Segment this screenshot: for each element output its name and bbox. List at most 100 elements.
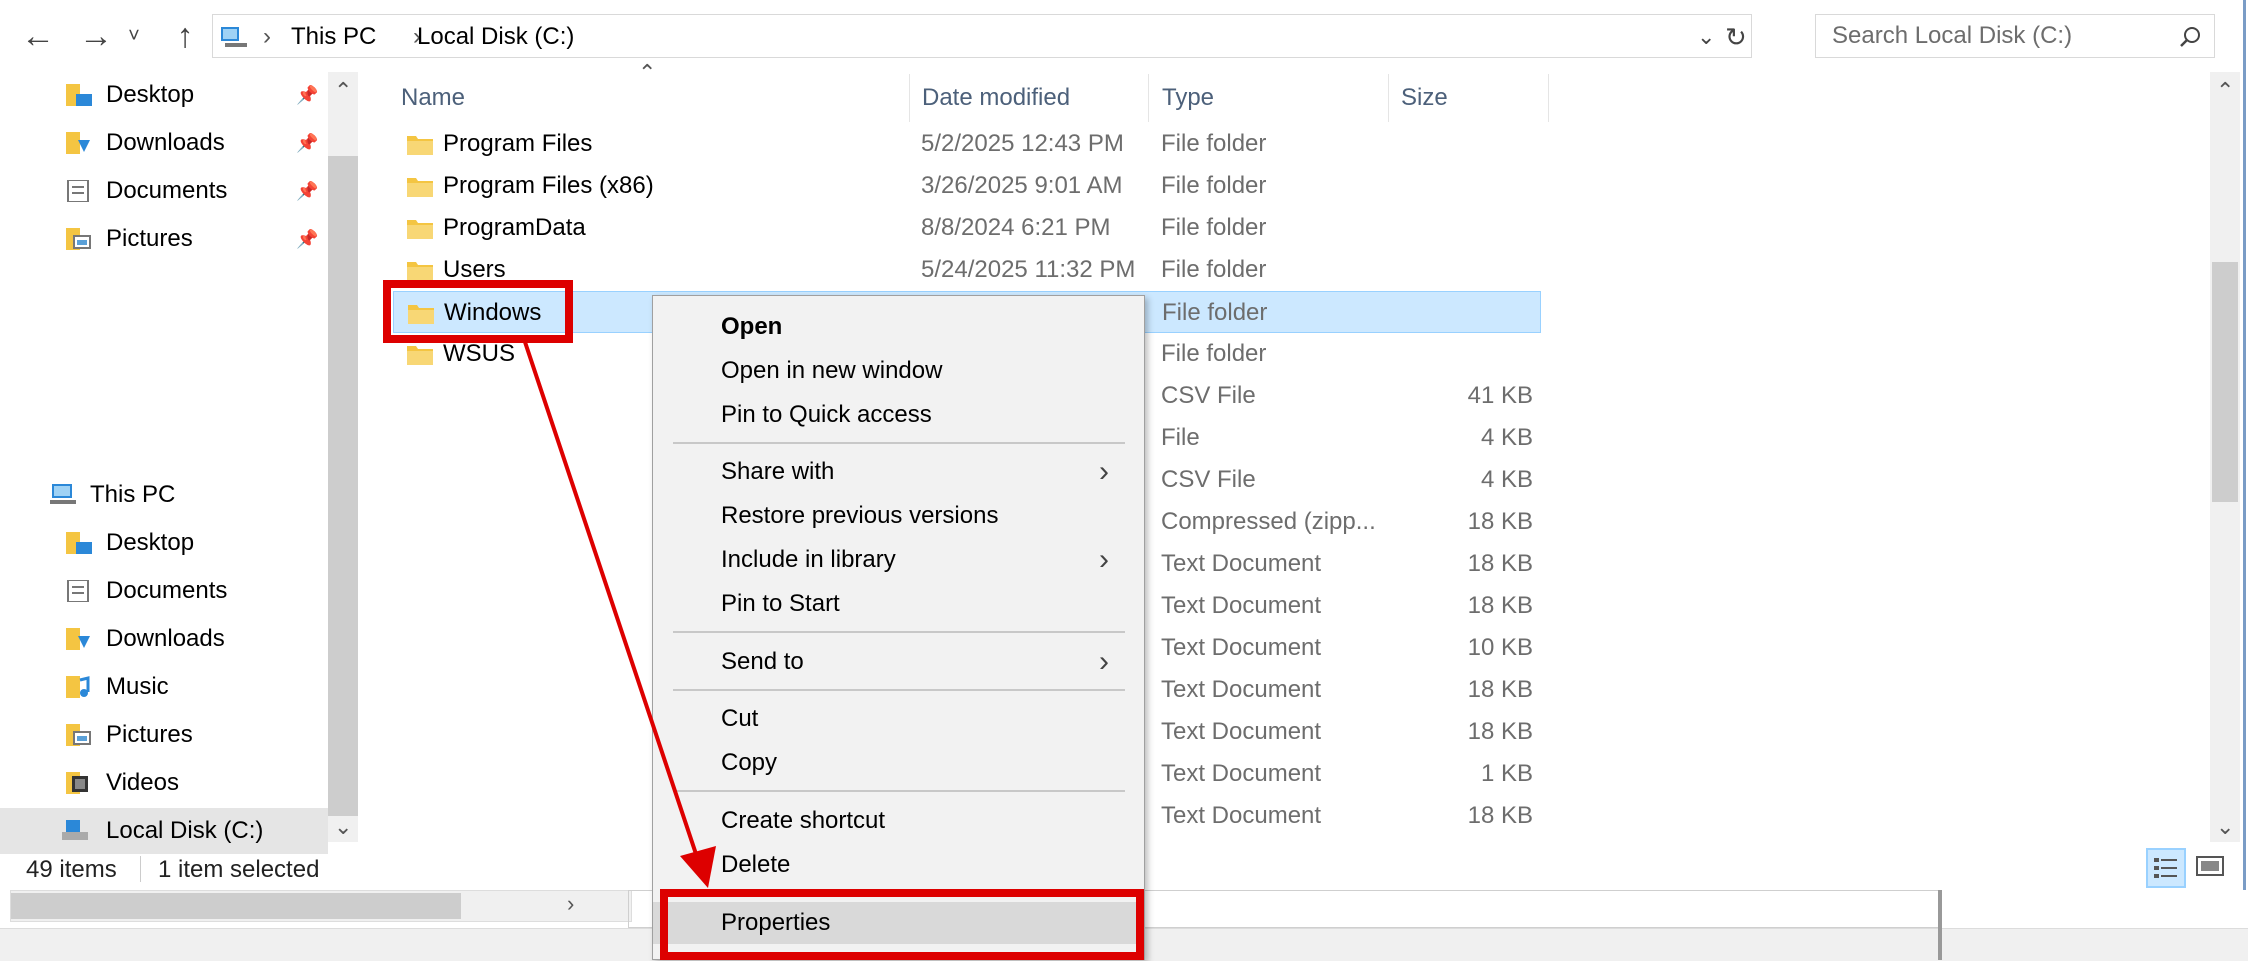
column-header-date[interactable]: Date modified	[922, 78, 1070, 118]
pin-icon[interactable]: 📌	[296, 134, 318, 152]
this-pc-icon	[221, 27, 247, 47]
submenu-arrow-icon: ›	[1099, 645, 1109, 678]
forward-button[interactable]: →	[74, 14, 118, 58]
scroll-up-arrow-icon[interactable]: ⌃	[334, 78, 352, 104]
menu-item-restore-versions[interactable]: Restore previous versions	[653, 495, 1144, 537]
column-divider[interactable]	[1548, 74, 1549, 122]
recent-locations-chevron-icon[interactable]: ˅	[122, 14, 146, 58]
cell-size: 18 KB	[1467, 550, 1533, 577]
menu-item-send-to[interactable]: Send to ›	[653, 641, 1144, 683]
menu-item-delete[interactable]: Delete	[653, 844, 1144, 886]
column-divider[interactable]	[1388, 74, 1389, 122]
cell-name: Program Files (x86)	[443, 172, 654, 199]
pin-icon[interactable]: 📌	[296, 182, 318, 200]
nav-item-pictures[interactable]: Pictures 📌	[66, 216, 326, 262]
address-dropdown-icon[interactable]: ⌄	[1697, 15, 1715, 59]
scroll-up-arrow-icon[interactable]: ⌃	[2216, 78, 2234, 104]
column-header-name[interactable]: Name	[401, 78, 465, 118]
table-row[interactable]: Program Files (x86) 3/26/2025 9:01 AM File…	[393, 165, 1541, 207]
submenu-arrow-icon: ›	[1099, 455, 1109, 488]
nav-pane-scrollbar[interactable]: ⌃ ⌄	[328, 72, 358, 842]
menu-item-label: Share with	[721, 458, 835, 485]
address-bar[interactable]: › This PC › Local Disk (C:) ⌄ ↻	[212, 14, 1752, 58]
file-list-scroll-thumb[interactable]	[2212, 262, 2238, 502]
menu-item-cut[interactable]: Cut	[653, 698, 1144, 740]
details-view-button[interactable]	[2146, 848, 2186, 888]
folder-icon	[407, 262, 433, 281]
menu-item-copy[interactable]: Copy	[653, 742, 1144, 784]
cell-size	[1343, 249, 1533, 291]
menu-separator	[673, 631, 1125, 633]
cell-date: 5/2/2025 12:43 PM	[921, 130, 1124, 157]
cell-name: Program Files	[443, 130, 593, 157]
nav-item-label: Documents	[106, 177, 228, 204]
cell-size	[1343, 207, 1533, 249]
status-divider	[140, 856, 141, 882]
cell-date: 3/26/2025 9:01 AM	[921, 172, 1123, 199]
this-pc-icon	[50, 484, 76, 504]
table-row[interactable]: Program Files 5/2/2025 12:43 PM File folde…	[393, 123, 1541, 165]
breadcrumb-this-pc[interactable]: This PC	[291, 15, 376, 59]
file-list-scrollbar[interactable]: ⌃ ⌄	[2210, 72, 2240, 842]
search-input[interactable]	[1830, 15, 2154, 57]
menu-item-include-library[interactable]: Include in library ›	[653, 539, 1144, 581]
scroll-right-arrow-icon[interactable]: ›	[567, 891, 574, 917]
table-row[interactable]: ProgramData 8/8/2024 6:21 PM File folder	[393, 207, 1541, 249]
menu-item-pin-quick-access[interactable]: Pin to Quick access	[653, 394, 1144, 436]
videos-folder-icon	[66, 772, 88, 794]
menu-item-label: Create shortcut	[721, 807, 886, 834]
folder-icon	[407, 220, 433, 239]
search-box[interactable]	[1815, 14, 2215, 58]
nav-item-desktop[interactable]: Desktop 📌	[66, 72, 326, 118]
pictures-folder-icon	[66, 724, 91, 746]
refresh-icon[interactable]: ↻	[1725, 15, 1747, 59]
column-divider[interactable]	[1148, 74, 1149, 122]
nav-item-label: Desktop	[106, 81, 195, 108]
folder-icon	[407, 178, 433, 197]
search-icon[interactable]	[2178, 25, 2202, 49]
back-button[interactable]: ←	[16, 14, 60, 58]
cell-size: 4 KB	[1480, 466, 1533, 493]
scroll-down-arrow-icon[interactable]: ⌄	[334, 814, 352, 840]
column-divider[interactable]	[909, 74, 910, 122]
selection-count: 1 item selected	[158, 856, 320, 883]
nav-item-pc-downloads[interactable]: Downloads	[66, 616, 326, 662]
menu-item-share-with[interactable]: Share with ›	[653, 451, 1144, 493]
highlight-box-windows	[383, 280, 573, 343]
up-button[interactable]: ↑	[163, 14, 207, 58]
menu-item-create-shortcut[interactable]: Create shortcut	[653, 800, 1144, 842]
nav-item-pc-music[interactable]: Music	[66, 664, 326, 710]
cell-size: 18 KB	[1467, 592, 1533, 619]
nav-item-label: Music	[106, 673, 169, 700]
large-icons-view-icon	[2196, 856, 2224, 876]
pin-icon[interactable]: 📌	[296, 86, 318, 104]
cell-size: 10 KB	[1467, 634, 1533, 661]
menu-item-pin-start[interactable]: Pin to Start	[653, 583, 1144, 625]
nav-item-pc-pictures[interactable]: Pictures	[66, 712, 326, 758]
cell-size: 18 KB	[1467, 676, 1533, 703]
horizontal-scroll-thumb[interactable]	[11, 893, 461, 919]
column-header-size[interactable]: Size	[1401, 78, 1448, 118]
cell-size: 4 KB	[1480, 424, 1533, 451]
pictures-folder-icon	[66, 228, 91, 250]
large-icons-view-button[interactable]	[2192, 848, 2232, 888]
column-header-type[interactable]: Type	[1162, 78, 1214, 118]
menu-item-label: Open in new window	[721, 357, 943, 384]
nav-item-this-pc[interactable]: This PC	[50, 472, 326, 518]
nav-horizontal-scrollbar[interactable]: ›	[10, 890, 632, 922]
breadcrumb-separator: ›	[263, 23, 271, 50]
pin-icon[interactable]: 📌	[296, 230, 318, 248]
nav-pane-scroll-thumb[interactable]	[328, 156, 358, 816]
menu-item-open[interactable]: Open	[653, 306, 1144, 348]
nav-item-pc-desktop[interactable]: Desktop	[66, 520, 326, 566]
menu-item-label: Open	[721, 313, 783, 340]
nav-item-documents[interactable]: Documents 📌	[66, 168, 326, 214]
nav-item-downloads[interactable]: Downloads 📌	[66, 120, 326, 166]
menu-separator	[673, 442, 1125, 444]
nav-item-label: This PC	[90, 481, 176, 508]
scroll-down-arrow-icon[interactable]: ⌄	[2216, 814, 2234, 840]
nav-item-pc-documents[interactable]: Documents	[66, 568, 326, 614]
nav-item-pc-videos[interactable]: Videos	[66, 760, 326, 806]
breadcrumb-local-disk[interactable]: Local Disk (C:)	[417, 15, 574, 59]
menu-item-open-new-window[interactable]: Open in new window	[653, 350, 1144, 392]
